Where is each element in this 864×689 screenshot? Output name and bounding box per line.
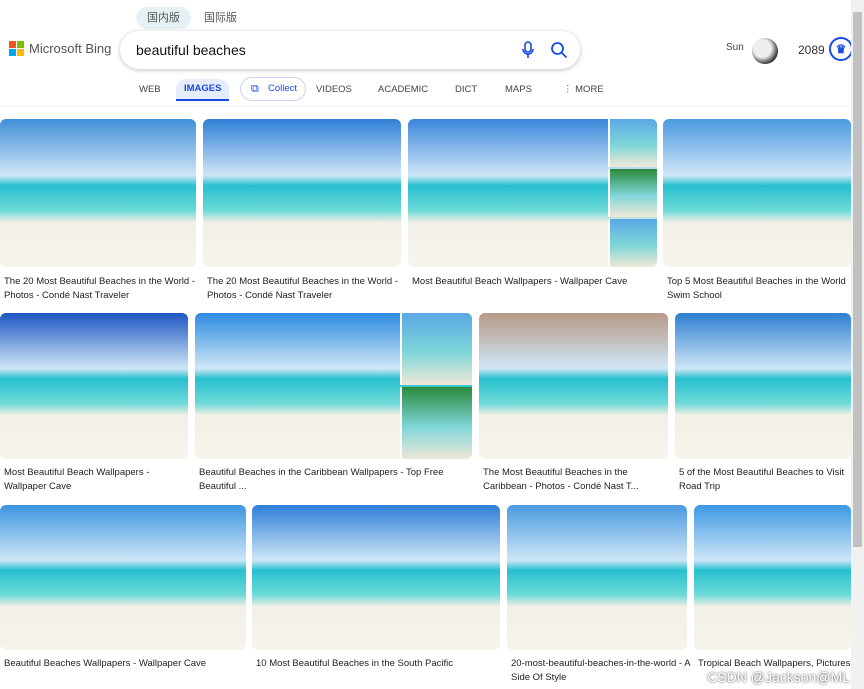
image-result[interactable] — [0, 119, 196, 267]
image-thumbnail[interactable] — [608, 119, 657, 167]
image-result[interactable] — [675, 313, 851, 459]
image-thumbnail[interactable] — [400, 313, 472, 385]
version-domestic[interactable]: 国内版 — [136, 7, 191, 29]
image-caption[interactable]: 10 Most Beautiful Beaches in the South P… — [256, 657, 504, 685]
image-caption[interactable]: The 20 Most Beautiful Beaches in the Wor… — [207, 275, 405, 303]
image-result[interactable] — [195, 313, 472, 459]
image-result[interactable] — [203, 119, 401, 267]
tab-maps[interactable]: MAPS — [505, 84, 532, 104]
tab-more[interactable]: ⋮ MORE — [563, 84, 604, 104]
collect-button[interactable]: ⧉ Collect — [240, 77, 306, 101]
version-international[interactable]: 国际版 — [193, 7, 248, 29]
more-dots-icon: ⋮ — [563, 84, 576, 95]
tab-videos[interactable]: VIDEOS — [316, 84, 352, 104]
image-caption[interactable]: Most Beautiful Beach Wallpapers - Wallpa… — [412, 275, 661, 303]
rewards-points[interactable]: 2089 — [798, 43, 825, 57]
image-caption[interactable]: Most Beautiful Beach Wallpapers - Wallpa… — [4, 466, 192, 494]
tab-images[interactable]: IMAGES — [176, 79, 230, 101]
rewards-trophy-icon[interactable]: ♛ — [829, 37, 853, 61]
image-caption[interactable]: The 20 Most Beautiful Beaches in the Wor… — [4, 275, 200, 303]
image-caption[interactable]: Top 5 Most Beautiful Beaches in the Worl… — [667, 275, 851, 303]
image-thumbnail[interactable] — [608, 169, 657, 217]
tab-academic[interactable]: ACADEMIC — [378, 84, 428, 104]
image-result[interactable] — [408, 119, 657, 267]
image-thumbnail[interactable] — [608, 219, 657, 267]
tab-dict[interactable]: DICT — [455, 84, 477, 104]
image-caption[interactable]: Beautiful Beaches Wallpapers - Wallpaper… — [4, 657, 250, 685]
microsoft-logo-icon — [9, 41, 24, 56]
image-caption[interactable]: Beautiful Beaches in the Caribbean Wallp… — [199, 466, 476, 494]
image-caption[interactable]: The Most Beautiful Beaches in the Caribb… — [483, 466, 672, 494]
scrollbar-thumb[interactable] — [853, 12, 862, 547]
search-box[interactable]: beautiful beaches — [120, 31, 580, 69]
search-icon[interactable] — [550, 41, 568, 59]
microphone-icon[interactable] — [522, 41, 534, 59]
collect-label: Collect — [268, 83, 298, 94]
collect-icon: ⧉ — [251, 83, 259, 95]
bing-logo[interactable]: Microsoft Bing — [9, 41, 111, 56]
image-result[interactable] — [507, 505, 687, 650]
watermark: CSDN @Jackson@ML — [707, 669, 850, 685]
image-thumbnail[interactable] — [400, 387, 472, 459]
image-result[interactable] — [0, 505, 246, 650]
image-result[interactable] — [479, 313, 668, 459]
image-result[interactable] — [663, 119, 851, 267]
image-caption[interactable]: 20-most-beautiful-beaches-in-the-world -… — [511, 657, 691, 685]
image-caption[interactable]: 5 of the Most Beautiful Beaches to Visit… — [679, 466, 851, 494]
more-label: MORE — [575, 84, 604, 95]
avatar[interactable] — [752, 38, 778, 64]
image-result[interactable] — [0, 313, 188, 459]
header-divider — [0, 106, 851, 107]
image-result[interactable] — [694, 505, 851, 650]
image-result[interactable] — [252, 505, 500, 650]
search-input[interactable]: beautiful beaches — [136, 42, 246, 58]
logo-text: Microsoft Bing — [29, 41, 112, 56]
tab-web[interactable]: WEB — [139, 84, 161, 104]
user-name[interactable]: Sun — [726, 42, 744, 53]
